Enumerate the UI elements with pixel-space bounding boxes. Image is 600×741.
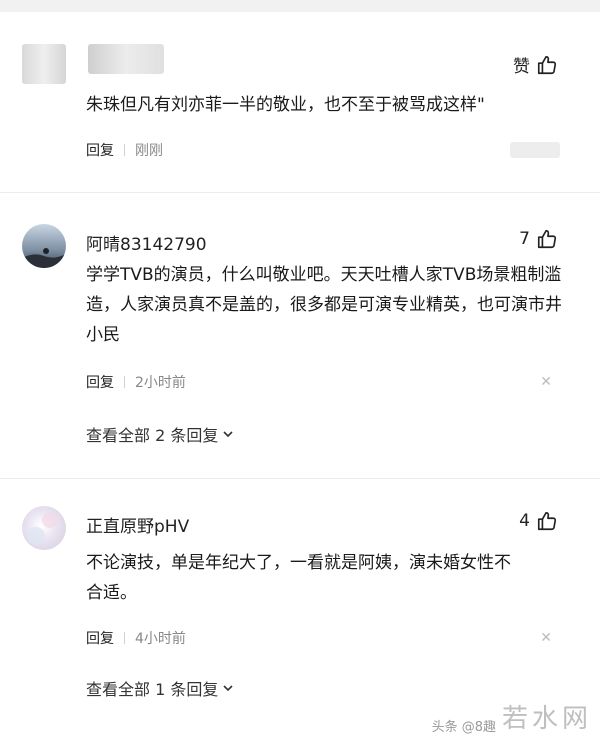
divider-dot <box>124 376 125 388</box>
thumbs-up-icon <box>537 511 557 531</box>
avatar-image <box>22 506 66 550</box>
reply-button[interactable]: 回复 <box>86 140 114 160</box>
chevron-down-icon <box>223 685 233 692</box>
divider <box>0 478 600 479</box>
reply-button[interactable]: 回复 <box>86 372 114 392</box>
username[interactable]: 正直原野pHV <box>86 512 189 537</box>
avatar-image <box>22 224 66 268</box>
like-button[interactable]: 7 <box>519 228 558 250</box>
watermark-source: 头条 @8趣 <box>431 720 496 735</box>
timestamp: 4小时前 <box>135 631 186 647</box>
comment-meta: 回复 4小时前 <box>86 628 186 648</box>
like-button[interactable]: 4 <box>519 510 558 532</box>
watermark: 头条 @8趣 若水网 <box>432 698 592 735</box>
comment-text: 学学TVB的演员，什么叫敬业吧。天天吐槽人家TVB场景粗制滥造，人家演员真不是盖… <box>86 265 562 345</box>
comment-text: 朱珠但凡有刘亦菲一半的敬业，也不至于被骂成这样" <box>86 95 485 115</box>
timestamp: 刚刚 <box>135 143 163 159</box>
like-count: 7 <box>519 229 530 249</box>
watermark-logo: 若水网 <box>501 704 592 734</box>
username[interactable]: 阿晴83142790 <box>86 230 207 255</box>
username-blurred <box>88 44 164 74</box>
blurred-action <box>510 142 560 158</box>
comment-meta: 回复 2小时前 <box>86 372 186 392</box>
comment-text: 不论演技，单是年纪大了，一看就是阿姨，演未婚女性不合适。 <box>86 553 511 603</box>
close-icon[interactable]: ✕ <box>540 374 552 390</box>
comment-1: 赞 朱珠但凡有刘亦菲一半的敬业，也不至于被骂成这样" 回复 刚刚 <box>0 0 600 190</box>
chevron-down-icon <box>223 431 233 438</box>
like-count: 4 <box>519 511 530 531</box>
thumbs-up-icon <box>537 229 557 249</box>
view-all-replies[interactable]: 查看全部 1 条回复 <box>86 676 234 700</box>
divider-dot <box>124 632 125 644</box>
reply-button[interactable]: 回复 <box>86 628 114 648</box>
comment-3: 正直原野pHV 4 不论演技，单是年纪大了，一看就是阿姨，演未婚女性不合适。 回… <box>0 482 600 712</box>
like-button[interactable]: 赞 <box>513 52 558 77</box>
avatar[interactable] <box>22 224 66 268</box>
view-all-replies[interactable]: 查看全部 2 条回复 <box>86 422 234 446</box>
comment-meta: 回复 刚刚 <box>86 140 163 160</box>
divider-dot <box>124 144 125 156</box>
avatar-blurred <box>22 44 66 84</box>
like-label: 赞 <box>513 57 530 77</box>
view-all-label: 查看全部 2 条回复 <box>86 426 219 445</box>
view-all-label: 查看全部 1 条回复 <box>86 680 219 699</box>
avatar[interactable] <box>22 506 66 550</box>
timestamp: 2小时前 <box>135 375 186 391</box>
close-icon[interactable]: ✕ <box>540 630 552 646</box>
comment-2: 阿晴83142790 7 学学TVB的演员，什么叫敬业吧。天天吐槽人家TVB场景… <box>0 196 600 476</box>
thumbs-up-icon <box>537 55 557 74</box>
divider <box>0 192 600 193</box>
